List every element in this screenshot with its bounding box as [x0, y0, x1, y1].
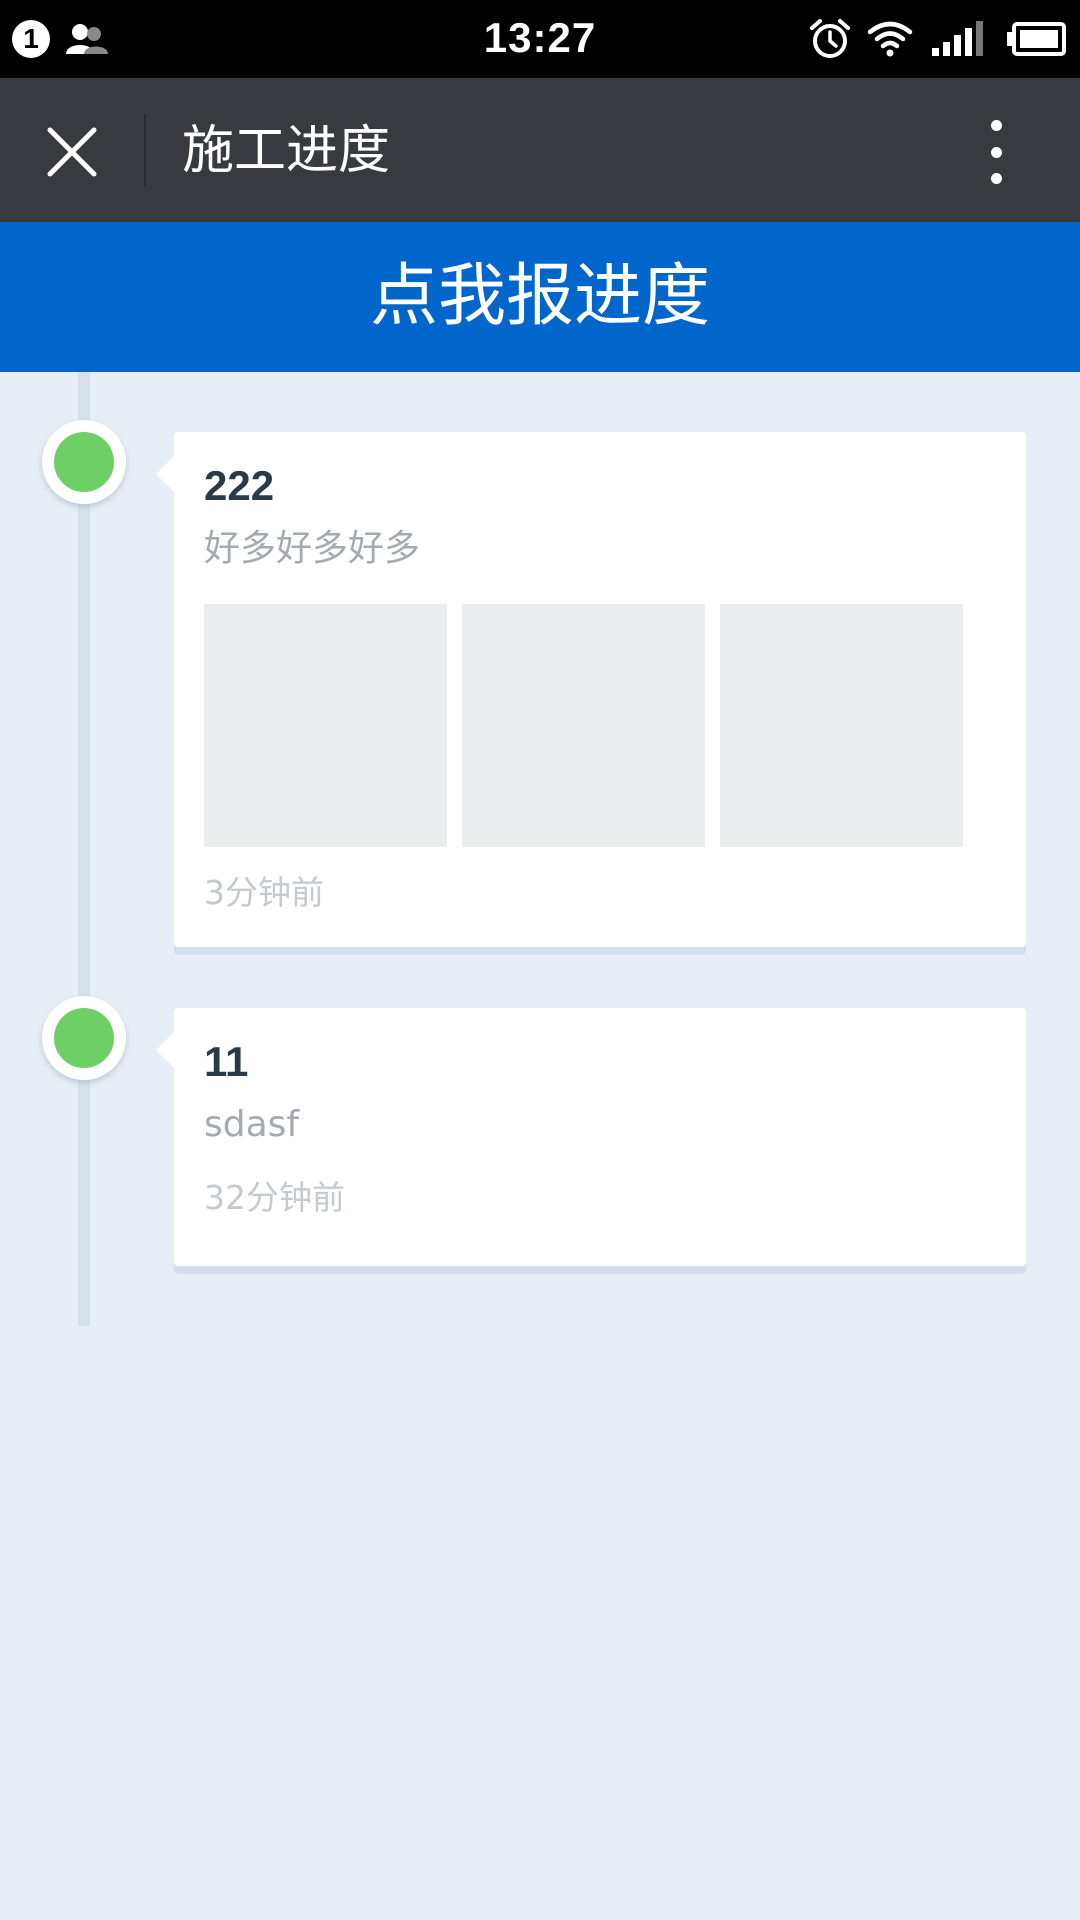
- page-title: 施工进度: [182, 121, 391, 181]
- timeline-node: [42, 996, 126, 1080]
- more-button[interactable]: [970, 112, 1022, 192]
- photo-thumbnail[interactable]: [204, 604, 447, 847]
- card-title: 222: [204, 462, 275, 509]
- card-timestamp: 32分钟前: [204, 1178, 345, 1217]
- nav-divider: [144, 114, 146, 186]
- card-description: sdasf: [204, 1104, 300, 1145]
- status-dot-icon: [54, 1008, 114, 1068]
- timeline-line: [78, 372, 90, 1326]
- card-timestamp: 3分钟前: [204, 873, 324, 912]
- more-vertical-icon: [990, 120, 1002, 131]
- status-dot-icon: [54, 432, 114, 492]
- battery-icon: [1006, 22, 1066, 60]
- wifi-icon: [866, 18, 914, 62]
- signal-icon: [930, 20, 990, 62]
- close-icon: [46, 126, 98, 182]
- more-dot: [990, 173, 1002, 184]
- card-pointer: [156, 456, 174, 492]
- close-button[interactable]: [36, 118, 108, 190]
- photo-thumbnail[interactable]: [462, 604, 705, 847]
- more-dot: [990, 146, 1002, 158]
- timeline-card[interactable]: 222 好多好多好多 3分钟前: [156, 432, 1026, 947]
- photo-thumbnail[interactable]: [720, 604, 963, 847]
- card-title: 11: [204, 1038, 249, 1085]
- status-bar: 1 13:27: [0, 0, 1080, 78]
- clock: 13:27: [483, 14, 597, 61]
- screen: 1 13:27 施工进度 点我报进度 222 好多好多好多 3分钟前 11 sd…: [0, 0, 1080, 1920]
- card-description: 好多好多好多: [204, 528, 421, 569]
- timeline-node: [42, 420, 126, 504]
- card-pointer: [156, 1032, 174, 1068]
- nav-bar: 施工进度: [0, 78, 1080, 222]
- photo-grid: [204, 604, 996, 847]
- timeline-card[interactable]: 11 sdasf 32分钟前: [156, 1008, 1026, 1266]
- alarm-icon: [808, 18, 852, 64]
- report-progress-button[interactable]: 点我报进度: [0, 222, 1080, 372]
